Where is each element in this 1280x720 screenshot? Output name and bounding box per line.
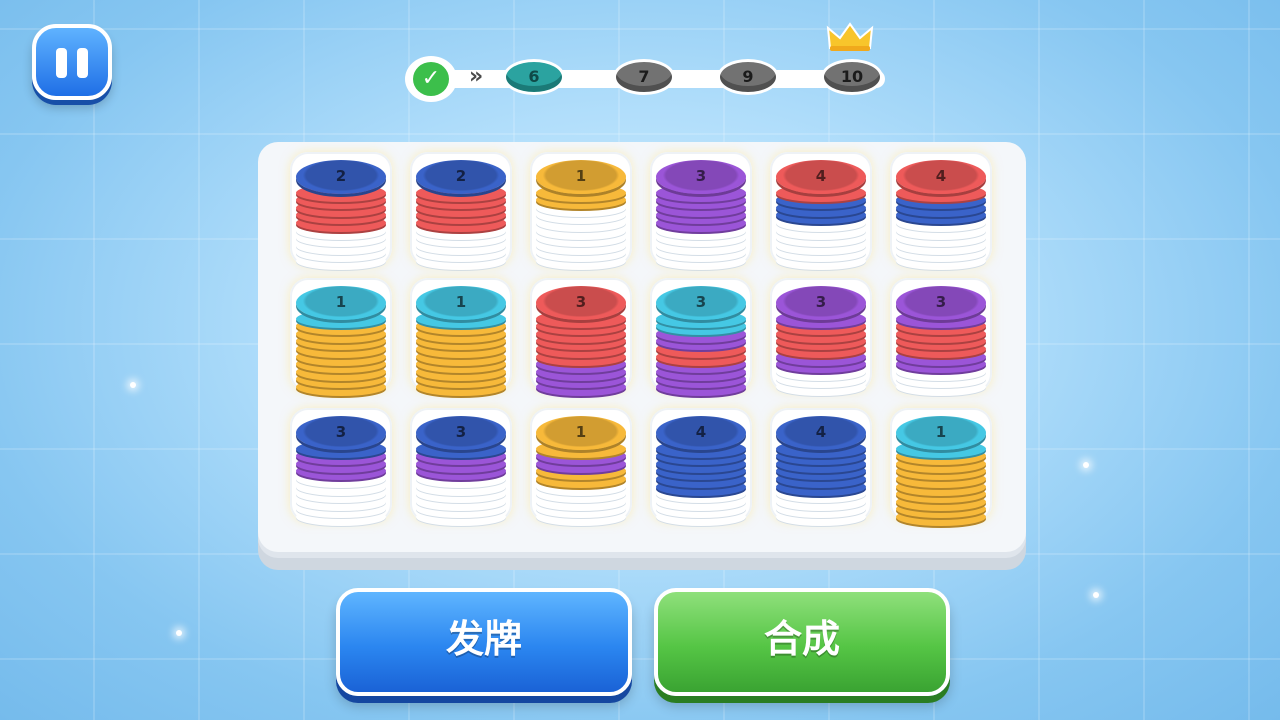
coin-slot[interactable]: 2 [410, 152, 512, 270]
coin-slot[interactable]: 1 [530, 408, 632, 526]
coin: 1 [536, 416, 626, 450]
coin: 4 [776, 160, 866, 194]
stack-number-label: 3 [335, 423, 347, 441]
coin: 2 [296, 160, 386, 194]
sparkle [130, 382, 136, 388]
stack-number-label: 4 [815, 423, 827, 441]
coin: 4 [656, 416, 746, 450]
crown-icon [826, 22, 874, 51]
stack-number-label: 3 [455, 423, 467, 441]
coin-slot[interactable]: 3 [770, 278, 872, 396]
coin-slot[interactable]: 3 [530, 278, 632, 396]
stack-number-label: 1 [575, 423, 587, 441]
stack-number-label: 1 [455, 293, 467, 311]
coin: 3 [776, 286, 866, 320]
coin: 4 [776, 416, 866, 450]
coin-slot[interactable]: 4 [770, 152, 872, 270]
coin-slot[interactable]: 4 [890, 152, 992, 270]
coin: 3 [896, 286, 986, 320]
coin-slot[interactable]: 3 [890, 278, 992, 396]
stack-number-label: 3 [575, 293, 587, 311]
stack-number-label: 3 [695, 293, 707, 311]
coin-slot[interactable]: 3 [290, 408, 392, 526]
coin-slot[interactable]: 1 [410, 278, 512, 396]
stack-number-label: 2 [335, 167, 347, 185]
level-marker-goal: 10 [821, 59, 883, 95]
progress-arrow: » [469, 64, 483, 89]
sparkle [1093, 592, 1099, 598]
check-icon: ✓ [405, 56, 457, 102]
coin: 3 [656, 160, 746, 194]
coin: 3 [416, 416, 506, 450]
stack-number-label: 1 [335, 293, 347, 311]
pause-button[interactable] [32, 24, 112, 100]
coin-slot[interactable]: 4 [770, 408, 872, 526]
coin: 1 [896, 416, 986, 450]
coin: 3 [536, 286, 626, 320]
coin-slot[interactable]: 1 [530, 152, 632, 270]
sparkle [1083, 462, 1089, 468]
stack-number-label: 1 [935, 423, 947, 441]
coin-slot[interactable]: 3 [410, 408, 512, 526]
coin-slot[interactable]: 3 [650, 152, 752, 270]
level-progress: ✓ » 6 7 9 10 [405, 56, 885, 106]
deal-button[interactable]: 发牌 [336, 588, 632, 696]
coin-slot[interactable]: 1 [290, 278, 392, 396]
coin-slot[interactable]: 1 [890, 408, 992, 526]
level-marker: 7 [613, 59, 675, 95]
coin: 1 [296, 286, 386, 320]
stack-number-label: 4 [935, 167, 947, 185]
stack-number-label: 3 [935, 293, 947, 311]
stack-number-label: 3 [815, 293, 827, 311]
stack-number-label: 3 [695, 167, 707, 185]
coin-board: 2 2 1 3 4 4 1 1 3 3 3 3 3 3 1 4 4 1 [258, 142, 1026, 552]
level-marker: 9 [717, 59, 779, 95]
coin: 1 [416, 286, 506, 320]
coin: 4 [896, 160, 986, 194]
level-marker-current: 6 [503, 59, 565, 95]
coin-slot[interactable]: 2 [290, 152, 392, 270]
stack-number-label: 2 [455, 167, 467, 185]
merge-button[interactable]: 合成 [654, 588, 950, 696]
stack-number-label: 1 [575, 167, 587, 185]
coin-slot[interactable]: 4 [650, 408, 752, 526]
sparkle [176, 630, 182, 636]
coin: 3 [296, 416, 386, 450]
coin: 1 [536, 160, 626, 194]
coin-slot[interactable]: 3 [650, 278, 752, 396]
coin: 2 [416, 160, 506, 194]
coin: 3 [656, 286, 746, 320]
stack-number-label: 4 [815, 167, 827, 185]
stack-number-label: 4 [695, 423, 707, 441]
